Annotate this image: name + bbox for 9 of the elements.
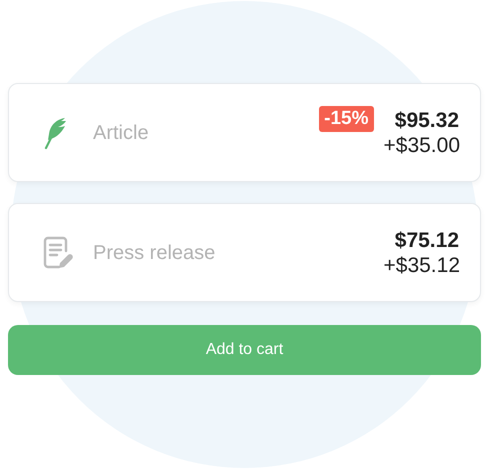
price: $95.32 (394, 108, 459, 132)
extra-price: +$35.00 (384, 132, 460, 158)
discount-badge: -15% (319, 106, 374, 132)
option-card[interactable]: Press release $75.12 +$35.12 (8, 203, 481, 302)
option-label: Press release (93, 240, 216, 266)
option-card[interactable]: Article -15% $95.32 +$35.00 (8, 83, 481, 182)
price: $75.12 (394, 228, 459, 252)
option-label: Article (93, 120, 150, 146)
extra-price: +$35.12 (384, 252, 460, 278)
